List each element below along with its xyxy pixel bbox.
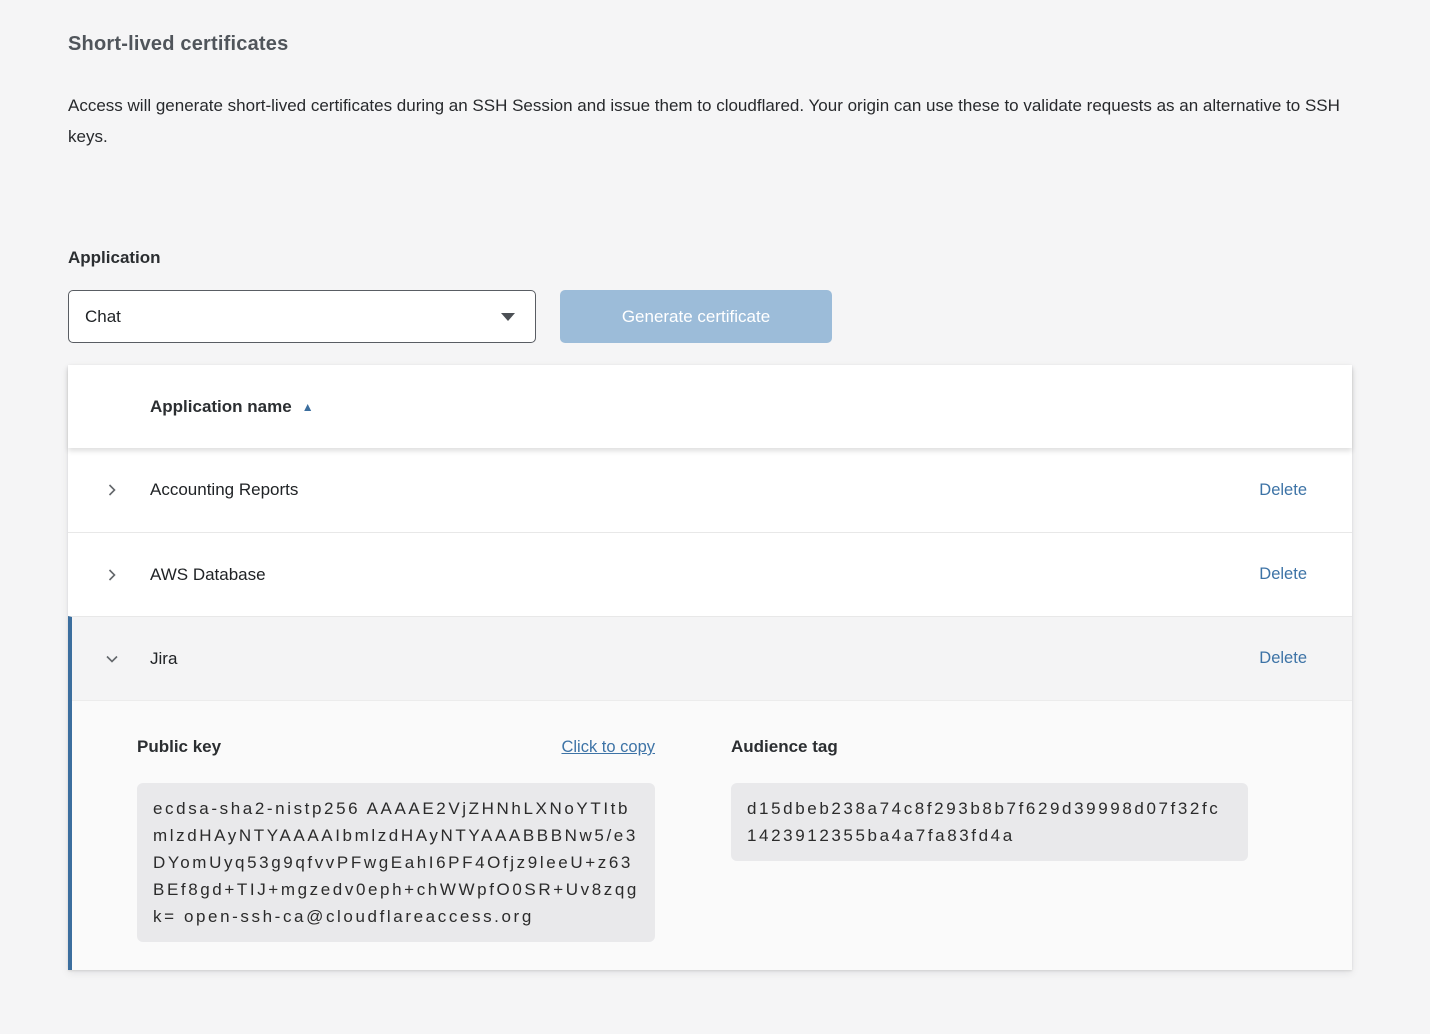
page-description: Access will generate short-lived certifi… [68, 90, 1348, 152]
certificate-detail-panel: Public key Click to copy ecdsa-sha2-nist… [72, 701, 1352, 970]
delete-link[interactable]: Delete [1259, 565, 1307, 584]
application-field-label: Application [68, 248, 1352, 268]
expanded-row-region: Jira Delete Public key Click to copy ecd… [68, 616, 1352, 970]
audience-tag-column: Audience tag d15dbeb238a74c8f293b8b7f629… [731, 737, 1248, 861]
certificate-controls: Chat Generate certificate [68, 290, 1352, 343]
audience-tag-value[interactable]: d15dbeb238a74c8f293b8b7f629d39998d07f32f… [731, 783, 1248, 861]
chevron-right-icon[interactable] [100, 563, 124, 587]
table-row[interactable]: Accounting Reports Delete [68, 448, 1352, 532]
chevron-down-icon[interactable] [100, 647, 124, 671]
application-name-column-header[interactable]: Application name [150, 397, 292, 417]
generate-certificate-button[interactable]: Generate certificate [560, 290, 832, 343]
public-key-value[interactable]: ecdsa-sha2-nistp256 AAAAE2VjZHNhLXNoYTIt… [137, 783, 655, 942]
click-to-copy-link[interactable]: Click to copy [561, 738, 655, 757]
application-row-name: AWS Database [150, 565, 266, 585]
application-select-value: Chat [85, 307, 121, 327]
sort-ascending-icon[interactable]: ▲ [302, 401, 314, 413]
public-key-label: Public key [137, 737, 221, 757]
certificates-table: Application name ▲ Accounting Reports De… [68, 365, 1352, 970]
short-lived-certificates-page: Short-lived certificates Access will gen… [0, 0, 1430, 970]
public-key-column: Public key Click to copy ecdsa-sha2-nist… [137, 737, 655, 942]
application-select[interactable]: Chat [68, 290, 536, 343]
delete-link[interactable]: Delete [1259, 481, 1307, 500]
table-row[interactable]: AWS Database Delete [68, 532, 1352, 616]
table-header-row: Application name ▲ [68, 365, 1352, 448]
application-row-name: Jira [150, 649, 177, 669]
delete-link[interactable]: Delete [1259, 649, 1307, 668]
application-row-name: Accounting Reports [150, 480, 298, 500]
page-title: Short-lived certificates [68, 33, 1352, 56]
chevron-right-icon[interactable] [100, 478, 124, 502]
audience-tag-label: Audience tag [731, 737, 838, 757]
table-row-expanded[interactable]: Jira Delete [72, 617, 1352, 701]
caret-down-icon [501, 313, 515, 321]
